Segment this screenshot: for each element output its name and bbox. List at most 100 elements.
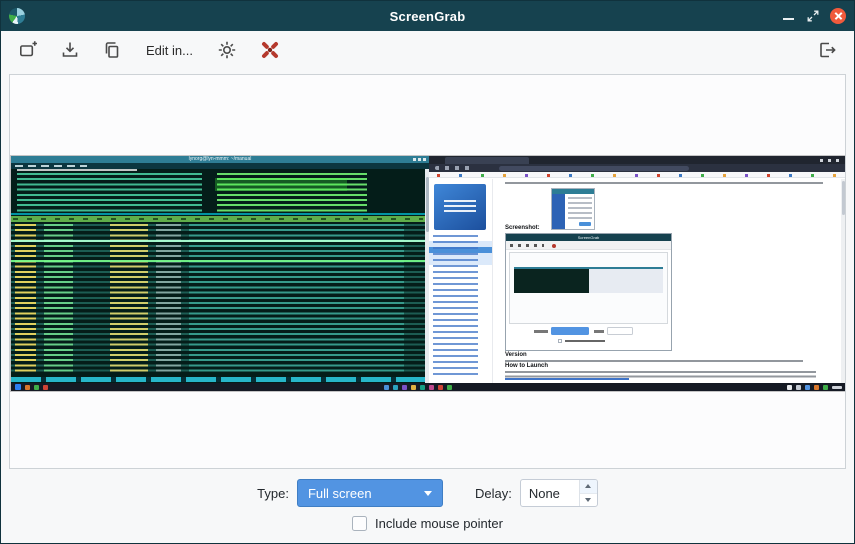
app-logo-icon: [9, 8, 25, 24]
taskbar-clock: [832, 386, 842, 389]
taskbar-menu-icon: [15, 384, 21, 390]
taskbar-icon: [384, 385, 389, 390]
terminal-highlight: [215, 178, 347, 191]
thumb-terminal-window: lynorg@lyn-mmm: ~/manual: [11, 156, 429, 383]
taskbar-icon: [411, 385, 416, 390]
copy-icon: [102, 40, 122, 60]
window-controls: [782, 1, 846, 31]
screengrab-window: ScreenGrab: [0, 0, 855, 544]
heading-screenshot: Screenshot:: [505, 225, 540, 232]
process-column: [110, 224, 147, 372]
spin-up-button[interactable]: [580, 480, 597, 494]
delay-value: None: [521, 480, 579, 506]
minimize-button[interactable]: [782, 10, 795, 23]
type-label: Type:: [257, 486, 289, 501]
gear-icon: [217, 40, 237, 60]
type-select[interactable]: Full screen: [297, 479, 443, 507]
quit-button[interactable]: [814, 37, 840, 63]
type-delay-row: Type: Full screen Delay: None: [257, 479, 598, 507]
capture-controls: Type: Full screen Delay: None Include mo…: [1, 473, 854, 543]
paragraph-text: [505, 182, 823, 186]
spin-down-button[interactable]: [580, 494, 597, 507]
thumb-terminal-body: [11, 169, 429, 383]
taskbar-icon: [447, 385, 452, 390]
taskbar-icon: [823, 385, 828, 390]
mini-type-label: [534, 330, 548, 333]
mini-checkbox: [558, 339, 562, 343]
htop-cpu-meters: [17, 173, 202, 213]
thumb-taskbar: [11, 383, 846, 391]
delay-label: Delay:: [475, 486, 512, 501]
mini-screengrab-controls: [506, 326, 671, 348]
mini-thumb-terminal: [514, 267, 589, 293]
titlebar: ScreenGrab: [1, 1, 854, 31]
taskbar-icon: [402, 385, 407, 390]
mini-screengrab-preview: [509, 252, 668, 324]
mini-screengrab-toolbar: [506, 241, 671, 250]
browser-tabbar: [429, 156, 846, 164]
thumb-terminal-titlebar: lynorg@lyn-mmm: ~/manual: [11, 156, 429, 163]
browser-url-bar: [499, 166, 689, 171]
taskbar-icon: [438, 385, 443, 390]
process-row-highlight: [11, 260, 425, 262]
taskbar-icon: [805, 385, 810, 390]
manual-content: Screenshot: ScreenGrab: [505, 181, 836, 383]
taskbar-icon: [25, 385, 30, 390]
mini-delay-label: [594, 330, 604, 333]
edit-in-button[interactable]: Edit in...: [141, 40, 198, 61]
taskbar-icon: [796, 385, 801, 390]
taskbar-icon: [814, 385, 819, 390]
browser-bookmarks-bar: [429, 172, 846, 178]
mini-type-combo: [551, 327, 589, 335]
browser-window-buttons: [820, 159, 842, 162]
small-shot-panel: [552, 194, 565, 229]
htop-function-keys: [11, 377, 425, 382]
copy-button[interactable]: [99, 37, 125, 63]
small-shot-lines: [568, 197, 592, 221]
paragraph-text: [505, 360, 803, 362]
mini-checkbox-label: [565, 340, 605, 342]
delay-spinbox[interactable]: None: [520, 479, 598, 507]
heading-version: Version: [505, 352, 527, 359]
sidebar-links: [433, 235, 488, 379]
manual-cover-image: [434, 184, 486, 230]
browser-navbar: [429, 164, 846, 172]
mini-screengrab-thumb: [514, 267, 663, 293]
taskbar-icon: [43, 385, 48, 390]
mini-delay-spin: [607, 327, 633, 335]
browser-nav-icons: [435, 166, 475, 170]
manual-sidebar: [429, 179, 493, 383]
include-pointer-checkbox[interactable]: [352, 516, 367, 531]
save-icon: [60, 40, 80, 60]
screengrab-logo-button[interactable]: [256, 36, 284, 64]
preview-pane: lynorg@lyn-mmm: ~/manual: [9, 74, 846, 469]
browser-scrollbar: [841, 179, 846, 383]
paragraph-text: [505, 371, 816, 380]
new-screenshot-icon: [18, 40, 38, 60]
chevron-down-icon: [424, 491, 432, 496]
save-button[interactable]: [57, 37, 83, 63]
process-column: [15, 224, 36, 372]
window-title: ScreenGrab: [1, 9, 854, 24]
settings-button[interactable]: [214, 37, 240, 63]
toolbar: Edit in...: [1, 31, 854, 69]
htop-process-list: [11, 224, 425, 372]
browser-tab: [445, 157, 529, 164]
quit-icon: [817, 40, 837, 60]
heading-how-to-launch: How to Launch: [505, 363, 548, 370]
embedded-screenshot-small: [551, 188, 595, 230]
taskbar-icon: [787, 385, 792, 390]
spin-buttons: [579, 480, 597, 506]
taskbar-icon: [393, 385, 398, 390]
maximize-button[interactable]: [806, 10, 819, 23]
manual-page: Screenshot: ScreenGrab: [429, 179, 846, 383]
taskbar-icon: [420, 385, 425, 390]
mini-screengrab-titlebar: ScreenGrab: [506, 234, 671, 241]
taskbar-icon: [429, 385, 434, 390]
process-row-highlight: [11, 240, 425, 242]
small-shot-button: [579, 222, 591, 226]
new-screenshot-button[interactable]: [15, 37, 41, 63]
htop-header-row: [11, 216, 425, 222]
close-button[interactable]: [830, 8, 846, 24]
process-column: [189, 224, 404, 372]
